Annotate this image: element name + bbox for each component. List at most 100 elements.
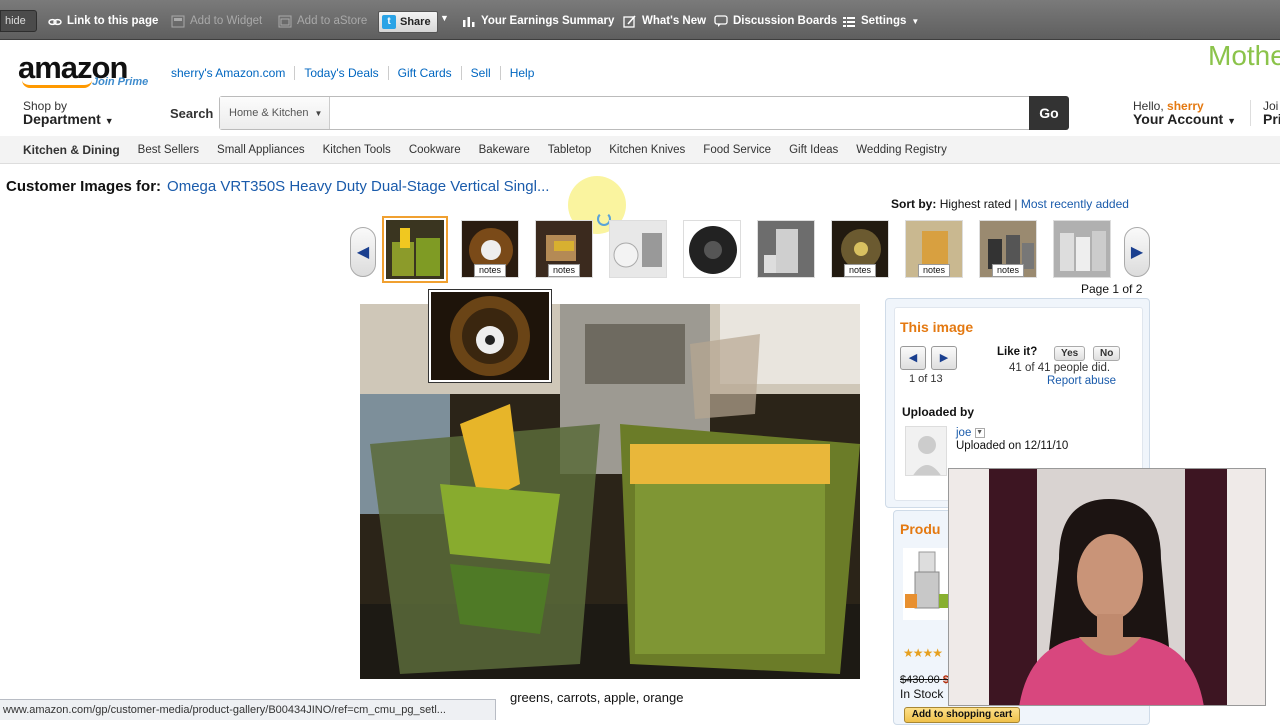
earnings-summary-button[interactable]: Your Earnings Summary	[462, 12, 614, 30]
notes-badge: notes	[917, 264, 951, 277]
juicer-product-image	[903, 548, 951, 620]
subnav-cookware[interactable]: Cookware	[409, 144, 461, 156]
thumbnail[interactable]: notes	[905, 220, 963, 278]
discussion-boards-button[interactable]: Discussion Boards	[714, 12, 837, 30]
next-image-button[interactable]: ▶	[931, 346, 957, 370]
juicer-machine-thumb-image	[758, 221, 814, 277]
search-category-dropdown[interactable]: Home & Kitchen ▼	[220, 97, 330, 129]
old-price-value: $430.00	[900, 674, 940, 686]
top-link-gift-cards[interactable]: Gift Cards	[389, 66, 462, 80]
subnav-kitchen-tools[interactable]: Kitchen Tools	[323, 144, 391, 156]
like-yes-button[interactable]: Yes	[1054, 346, 1086, 361]
thumbnail[interactable]	[382, 216, 448, 283]
mothers-day-banner[interactable]: Mothe	[1208, 40, 1280, 72]
report-abuse-link[interactable]: Report abuse	[1047, 375, 1116, 387]
shop-by-department[interactable]: Shop by Department ▼	[23, 100, 114, 128]
your-account-menu[interactable]: Hello, sherry Your Account ▼	[1133, 100, 1236, 128]
juice-thumb-image	[386, 220, 444, 279]
caret-down-icon: ▼	[1227, 116, 1237, 126]
product-image[interactable]	[903, 548, 951, 620]
notes-badge: notes	[843, 264, 877, 277]
product-title-link[interactable]: Omega VRT350S Heavy Duty Dual-Stage Vert…	[167, 178, 549, 195]
presenter-video	[949, 469, 1265, 705]
subnav-wedding-registry[interactable]: Wedding Registry	[856, 144, 947, 156]
thumbnail[interactable]: notes	[831, 220, 889, 278]
settings-label: Settings	[861, 15, 907, 27]
subnav-bakeware[interactable]: Bakeware	[479, 144, 530, 156]
your-account-label: Your Account	[1133, 111, 1224, 127]
add-to-astore-label: Add to aStore	[297, 15, 368, 27]
twitter-icon: t	[382, 15, 396, 29]
top-link-sell[interactable]: Sell	[462, 66, 501, 80]
link-to-page-button[interactable]: Link to this page	[48, 12, 158, 30]
thumbnail[interactable]: notes	[535, 220, 593, 278]
join-prime-menu[interactable]: Joi Pri	[1250, 100, 1280, 126]
subnav-small-appliances[interactable]: Small Appliances	[217, 144, 305, 156]
add-to-cart-button[interactable]: Add to shopping cart	[904, 707, 1020, 723]
search-category-label: Home & Kitchen	[229, 107, 309, 119]
associates-toolbar: hide Link to this page Add to Widget Add…	[0, 0, 1280, 40]
chevron-down-icon[interactable]: ▼	[974, 427, 985, 438]
thumbs-next-button[interactable]: ▶	[1124, 227, 1150, 277]
subnav-best-sellers[interactable]: Best Sellers	[138, 144, 199, 156]
uploaded-by-heading: Uploaded by	[902, 405, 975, 419]
webcam-overlay	[948, 468, 1266, 706]
subnav-kitchen-knives[interactable]: Kitchen Knives	[609, 144, 685, 156]
subnav-gift-ideas[interactable]: Gift Ideas	[789, 144, 838, 156]
thumbnail[interactable]: notes	[979, 220, 1037, 278]
add-to-widget-button[interactable]: Add to Widget	[171, 12, 262, 30]
top-link-help[interactable]: Help	[501, 66, 544, 80]
sort-separator: |	[1014, 197, 1018, 211]
in-stock-label: In Stock	[900, 687, 944, 701]
widget-icon	[171, 15, 185, 27]
settings-button[interactable]: Settings ▼	[842, 12, 919, 30]
thumbs-prev-button[interactable]: ◀	[350, 227, 376, 277]
juicer-parts-thumb-image	[610, 221, 666, 277]
list-price: $430.00 $	[900, 674, 949, 686]
title-prefix: Customer Images for:	[6, 178, 162, 195]
astore-icon	[278, 15, 292, 27]
whats-new-button[interactable]: What's New	[623, 12, 706, 30]
top-link-my-amazon[interactable]: sherry's Amazon.com	[162, 66, 296, 80]
thumbnail[interactable]: notes	[461, 220, 519, 278]
sort-most-recent-link[interactable]: Most recently added	[1021, 197, 1129, 211]
subnav-tabletop[interactable]: Tabletop	[548, 144, 591, 156]
link-icon	[48, 18, 62, 25]
chevron-down-icon: ▼	[911, 16, 920, 26]
appliances-thumb-image	[1054, 221, 1110, 277]
arrow-right-icon: ▶	[939, 352, 949, 364]
prev-image-button[interactable]: ◀	[900, 346, 926, 370]
search-input[interactable]	[332, 99, 1022, 127]
join-prime-link[interactable]: Join Prime	[92, 76, 148, 88]
share-button[interactable]: t Share	[378, 11, 438, 33]
sort-by-label: Sort by:	[891, 197, 937, 211]
thumbnail[interactable]	[609, 220, 667, 278]
hide-toolbar-tab[interactable]: hide	[0, 10, 37, 32]
share-label: Share	[400, 16, 431, 28]
whats-new-label: What's New	[642, 15, 707, 27]
share-dropdown-icon[interactable]: ▼	[440, 13, 449, 23]
arrow-left-icon: ◀	[356, 244, 370, 261]
department-label: Department	[23, 111, 101, 127]
thumbnail[interactable]	[1053, 220, 1111, 278]
subnav-food-service[interactable]: Food Service	[703, 144, 771, 156]
notes-badge: notes	[473, 264, 507, 277]
avatar[interactable]	[905, 426, 947, 476]
like-no-button[interactable]: No	[1093, 346, 1121, 361]
preview-drum-image	[431, 292, 549, 380]
earnings-label: Your Earnings Summary	[481, 15, 615, 27]
search-label: Search	[170, 106, 214, 121]
logo-smile-icon	[22, 80, 92, 88]
notes-badge: notes	[547, 264, 581, 277]
bar-chart-icon	[463, 16, 475, 27]
go-button[interactable]: Go	[1029, 96, 1069, 130]
uploader-link[interactable]: joe ▼	[956, 427, 985, 439]
browser-status-bar: www.amazon.com/gp/customer-media/product…	[0, 699, 496, 720]
subnav-kitchen-dining[interactable]: Kitchen & Dining	[23, 143, 120, 157]
image-count: 1 of 13	[909, 373, 943, 385]
add-to-astore-button[interactable]: Add to aStore	[278, 12, 367, 30]
thumbnail[interactable]	[757, 220, 815, 278]
juicer-screen-thumb-image	[684, 221, 740, 277]
thumbnail[interactable]	[683, 220, 741, 278]
top-link-todays-deals[interactable]: Today's Deals	[295, 66, 389, 80]
